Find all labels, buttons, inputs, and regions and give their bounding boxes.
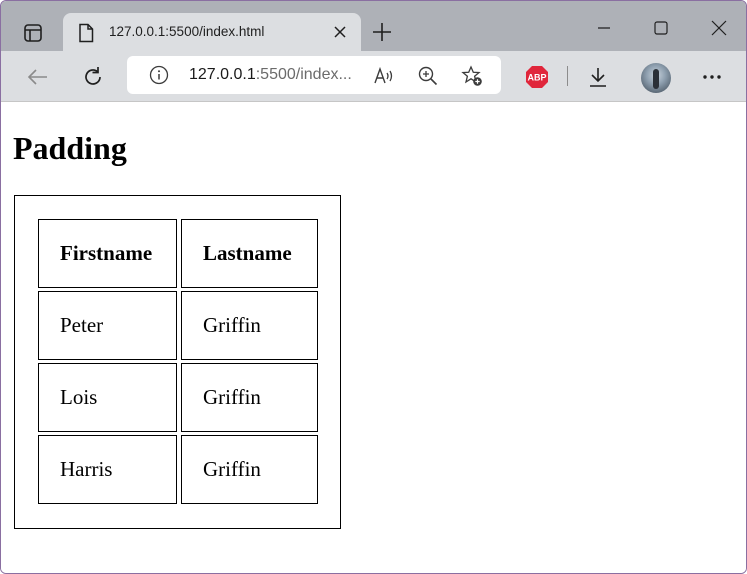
- table: Firstname Lastname Peter Griffin Lois Gr…: [14, 195, 341, 529]
- add-favorite-icon[interactable]: [461, 65, 483, 87]
- browser-window: 127.0.0.1:5500/index.html 127.0.0.1:5500…: [0, 0, 747, 574]
- url-text[interactable]: 127.0.0.1:5500/index...: [189, 66, 352, 84]
- new-tab-button[interactable]: [369, 19, 395, 45]
- table-cell: Griffin: [181, 363, 318, 432]
- avatar-figure: [653, 69, 659, 89]
- table-header-firstname: Firstname: [38, 219, 177, 288]
- back-arrow-icon[interactable]: [25, 64, 51, 90]
- tab-close-icon[interactable]: [329, 21, 351, 43]
- table-cell: Lois: [38, 363, 177, 432]
- tab-active[interactable]: 127.0.0.1:5500/index.html: [63, 13, 361, 51]
- download-icon[interactable]: [585, 64, 611, 90]
- table-cell: Griffin: [181, 435, 318, 504]
- table-cell: Harris: [38, 435, 177, 504]
- tab-strip: 127.0.0.1:5500/index.html: [1, 1, 746, 51]
- adblock-label: ABP: [527, 73, 546, 83]
- navigation-toolbar: 127.0.0.1:5500/index... ABP: [1, 51, 746, 102]
- more-icon[interactable]: [699, 64, 725, 90]
- tab-title: 127.0.0.1:5500/index.html: [109, 24, 265, 39]
- address-bar[interactable]: 127.0.0.1:5500/index...: [127, 56, 501, 94]
- info-icon[interactable]: [149, 65, 169, 85]
- toolbar-divider: [567, 66, 568, 86]
- adblock-icon[interactable]: ABP: [524, 64, 550, 90]
- tab-actions-icon[interactable]: [15, 15, 51, 51]
- refresh-icon[interactable]: [80, 64, 106, 90]
- url-host: 127.0.0.1: [189, 66, 256, 83]
- zoom-in-icon[interactable]: [417, 65, 439, 87]
- read-aloud-icon[interactable]: [373, 65, 395, 87]
- table-cell: Griffin: [181, 291, 318, 360]
- table-cell: Peter: [38, 291, 177, 360]
- page-heading: Padding: [13, 130, 127, 166]
- maximize-button[interactable]: [646, 13, 676, 43]
- page-content: Padding Firstname Lastname Peter Griffin…: [1, 102, 746, 573]
- page-icon: [77, 23, 95, 43]
- close-window-button[interactable]: [704, 13, 734, 43]
- minimize-button[interactable]: [589, 13, 619, 43]
- table-header-lastname: Lastname: [181, 219, 318, 288]
- avatar[interactable]: [641, 63, 671, 93]
- url-path: :5500/index...: [255, 66, 352, 83]
